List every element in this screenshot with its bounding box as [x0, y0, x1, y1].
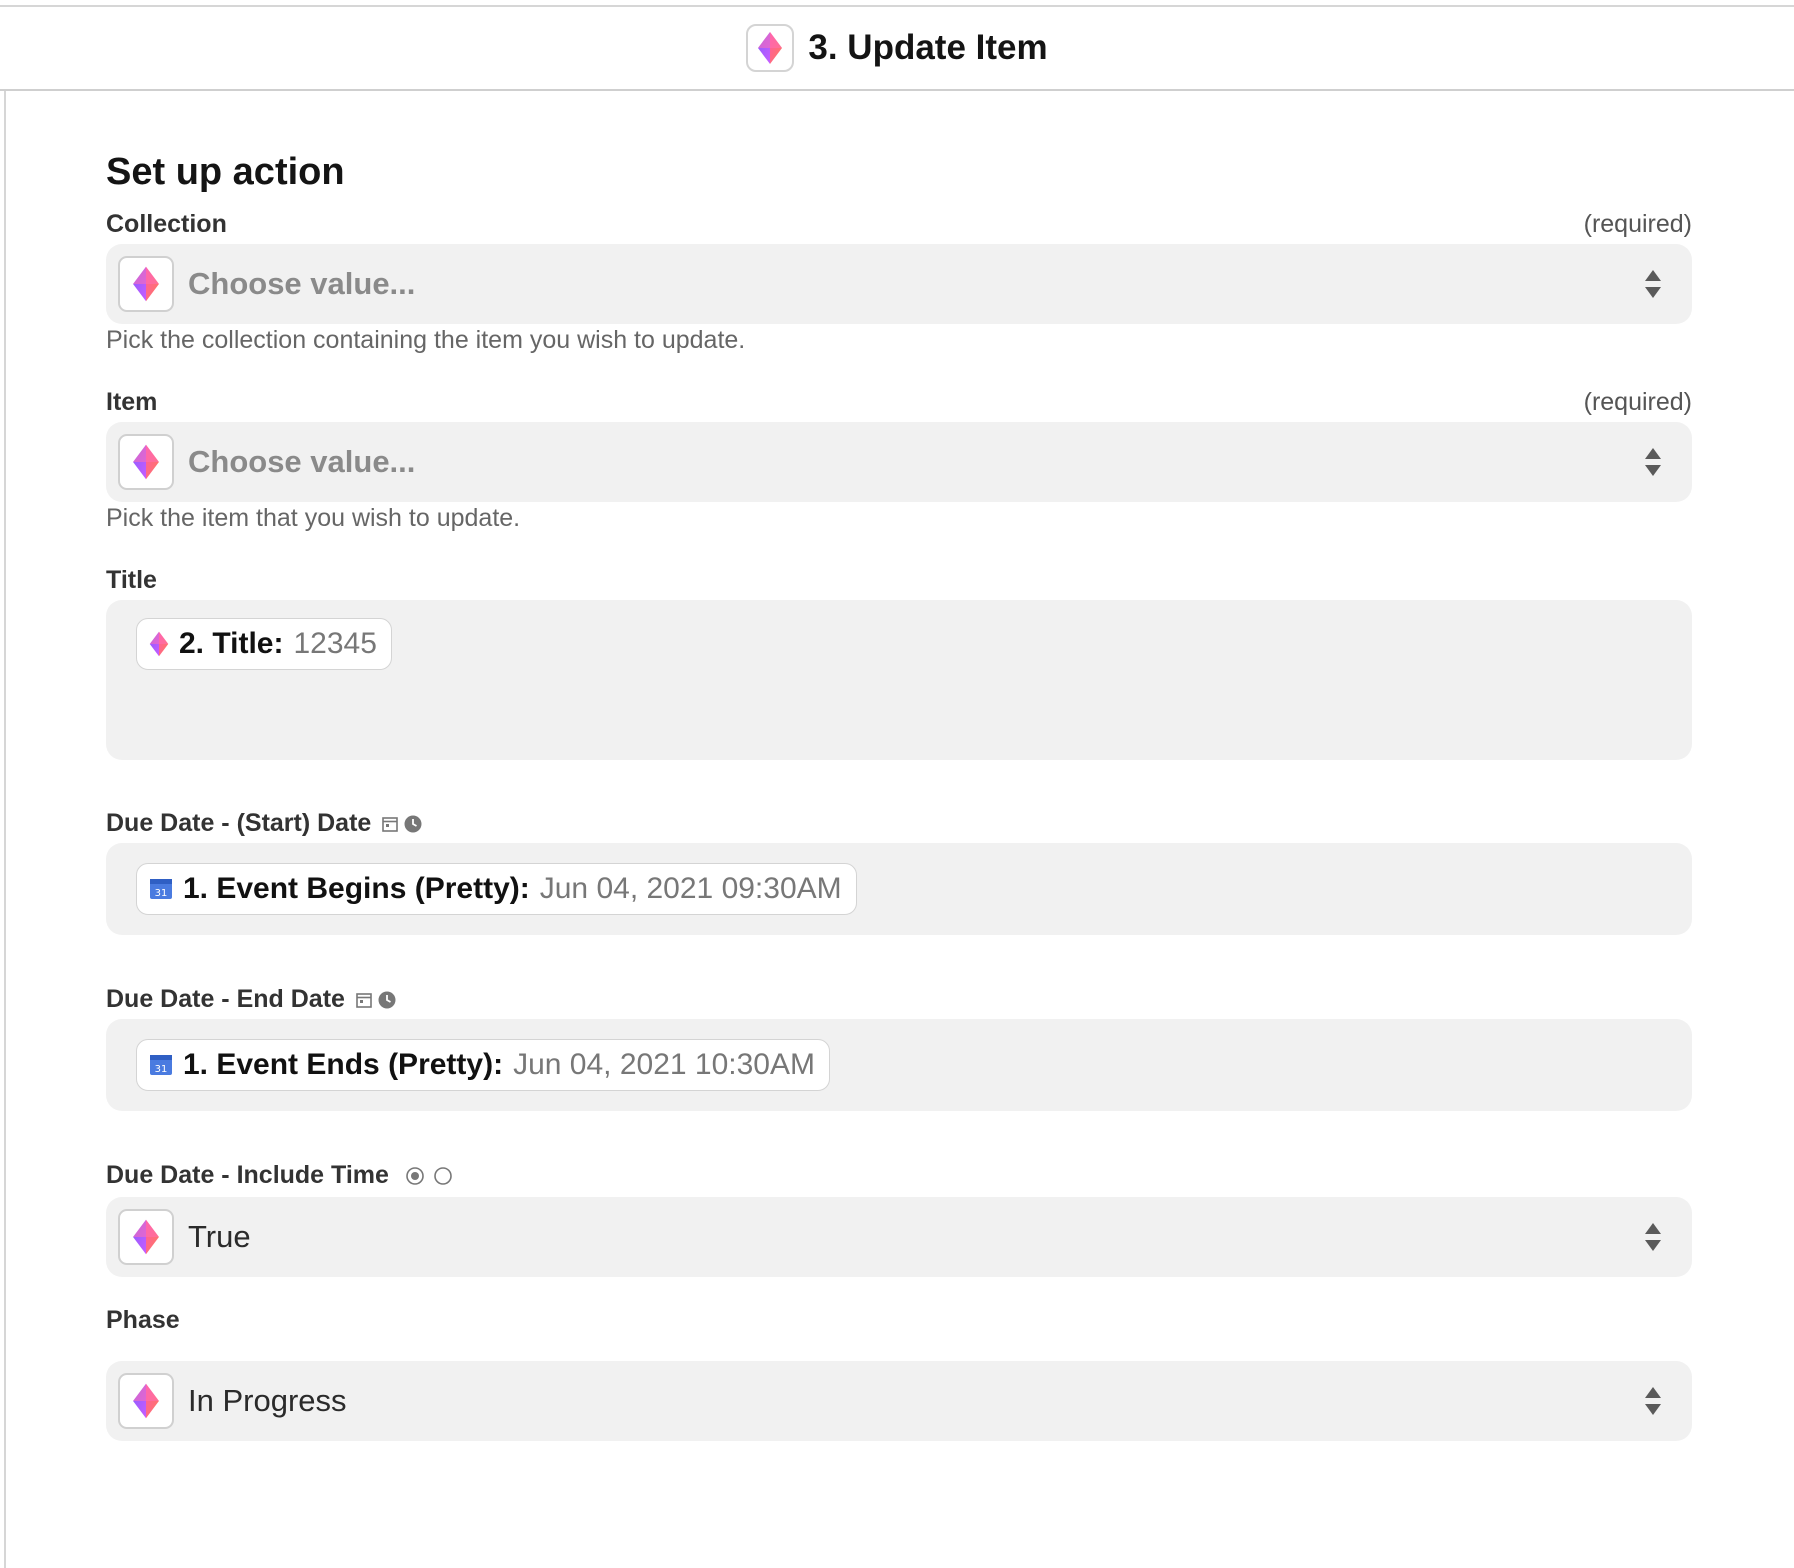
field-type-icons: [355, 990, 397, 1010]
setup-action-panel: Set up action Collection (required) Choo…: [4, 91, 1794, 1568]
due-start-label-row: Due Date - (Start) Date: [106, 809, 1692, 838]
collection-required: (required): [1583, 210, 1692, 238]
collection-label-row: Collection (required): [106, 210, 1692, 239]
due-end-token-pill[interactable]: 31 1. Event Ends (Pretty): Jun 04, 2021 …: [136, 1039, 830, 1091]
due-end-label-row: Due Date - End Date: [106, 985, 1692, 1014]
title-token-value: 12345: [293, 627, 377, 660]
app-icon: [118, 1373, 174, 1429]
title-token-key: 2. Title:: [179, 627, 284, 660]
diamond-icon: [758, 32, 783, 64]
title-field[interactable]: 2. Title: 12345: [106, 600, 1692, 760]
due-end-field[interactable]: 31 1. Event Ends (Pretty): Jun 04, 2021 …: [106, 1019, 1692, 1111]
diamond-icon: [133, 1219, 159, 1255]
step-header: 3. Update Item: [0, 7, 1794, 91]
diamond-icon: [133, 266, 159, 302]
item-help: Pick the item that you wish to update.: [106, 504, 521, 532]
due-end-label: Due Date - End Date: [106, 985, 397, 1014]
calendar-icon: [356, 992, 372, 1008]
include-time-label-row: Due Date - Include Time: [106, 1161, 1692, 1190]
up-down-chevron-icon: [1645, 1223, 1661, 1251]
due-start-field[interactable]: 31 1. Event Begins (Pretty): Jun 04, 202…: [106, 843, 1692, 935]
due-start-label: Due Date - (Start) Date: [106, 809, 423, 838]
due-start-token-key: 1. Event Begins (Pretty):: [183, 872, 530, 905]
title-label: Title: [106, 566, 157, 594]
collection-placeholder: Choose value...: [188, 266, 416, 301]
app-icon: [118, 434, 174, 490]
due-end-token-value: Jun 04, 2021 10:30AM: [513, 1048, 815, 1081]
up-down-chevron-icon: [1645, 270, 1661, 298]
due-start-token-value: Jun 04, 2021 09:30AM: [539, 872, 842, 905]
app-icon: [118, 1209, 174, 1265]
svg-text:31: 31: [155, 888, 168, 899]
due-end-token-key: 1. Event Ends (Pretty):: [183, 1048, 504, 1081]
svg-text:31: 31: [155, 1064, 168, 1075]
calendar-icon: [382, 816, 399, 832]
field-type-icons: [405, 1166, 453, 1186]
title-token-pill[interactable]: 2. Title: 12345: [136, 618, 392, 670]
item-required: (required): [1583, 388, 1692, 416]
collection-select[interactable]: Choose value...: [106, 244, 1692, 324]
clock-icon: [378, 991, 396, 1008]
item-label: Item: [106, 388, 158, 416]
app-icon: [746, 24, 795, 72]
clock-icon: [404, 815, 422, 832]
step-title: 3. Update Item: [808, 28, 1048, 67]
title-label-row: Title: [106, 566, 1692, 595]
calendar-31-icon: 31: [150, 879, 172, 899]
radio-empty-icon: [434, 1166, 452, 1185]
due-start-label-text: Due Date - (Start) Date: [106, 809, 372, 837]
due-end-label-text: Due Date - End Date: [106, 985, 345, 1013]
include-time-label-text: Due Date - Include Time: [106, 1161, 389, 1189]
up-down-chevron-icon: [1645, 1387, 1661, 1415]
section-title: Set up action: [106, 151, 345, 193]
phase-label: Phase: [106, 1306, 180, 1334]
phase-value: In Progress: [188, 1383, 347, 1418]
item-select[interactable]: Choose value...: [106, 422, 1692, 502]
diamond-icon: [133, 1383, 159, 1419]
diamond-icon: [133, 444, 159, 480]
due-start-token-pill[interactable]: 31 1. Event Begins (Pretty): Jun 04, 202…: [136, 863, 857, 915]
calendar-31-icon: 31: [150, 1055, 172, 1075]
item-label-row: Item (required): [106, 388, 1692, 417]
field-type-icons: [381, 814, 423, 834]
app-icon: [118, 256, 174, 312]
include-time-select[interactable]: True: [106, 1197, 1692, 1277]
include-time-value: True: [188, 1219, 251, 1254]
phase-label-row: Phase: [106, 1306, 1692, 1335]
item-placeholder: Choose value...: [188, 444, 416, 479]
include-time-label: Due Date - Include Time: [106, 1161, 453, 1190]
collection-label: Collection: [106, 210, 227, 238]
radio-selected-icon: [406, 1166, 424, 1185]
phase-select[interactable]: In Progress: [106, 1361, 1692, 1441]
diamond-icon: [149, 631, 169, 657]
collection-help: Pick the collection containing the item …: [106, 326, 746, 354]
up-down-chevron-icon: [1645, 448, 1661, 476]
